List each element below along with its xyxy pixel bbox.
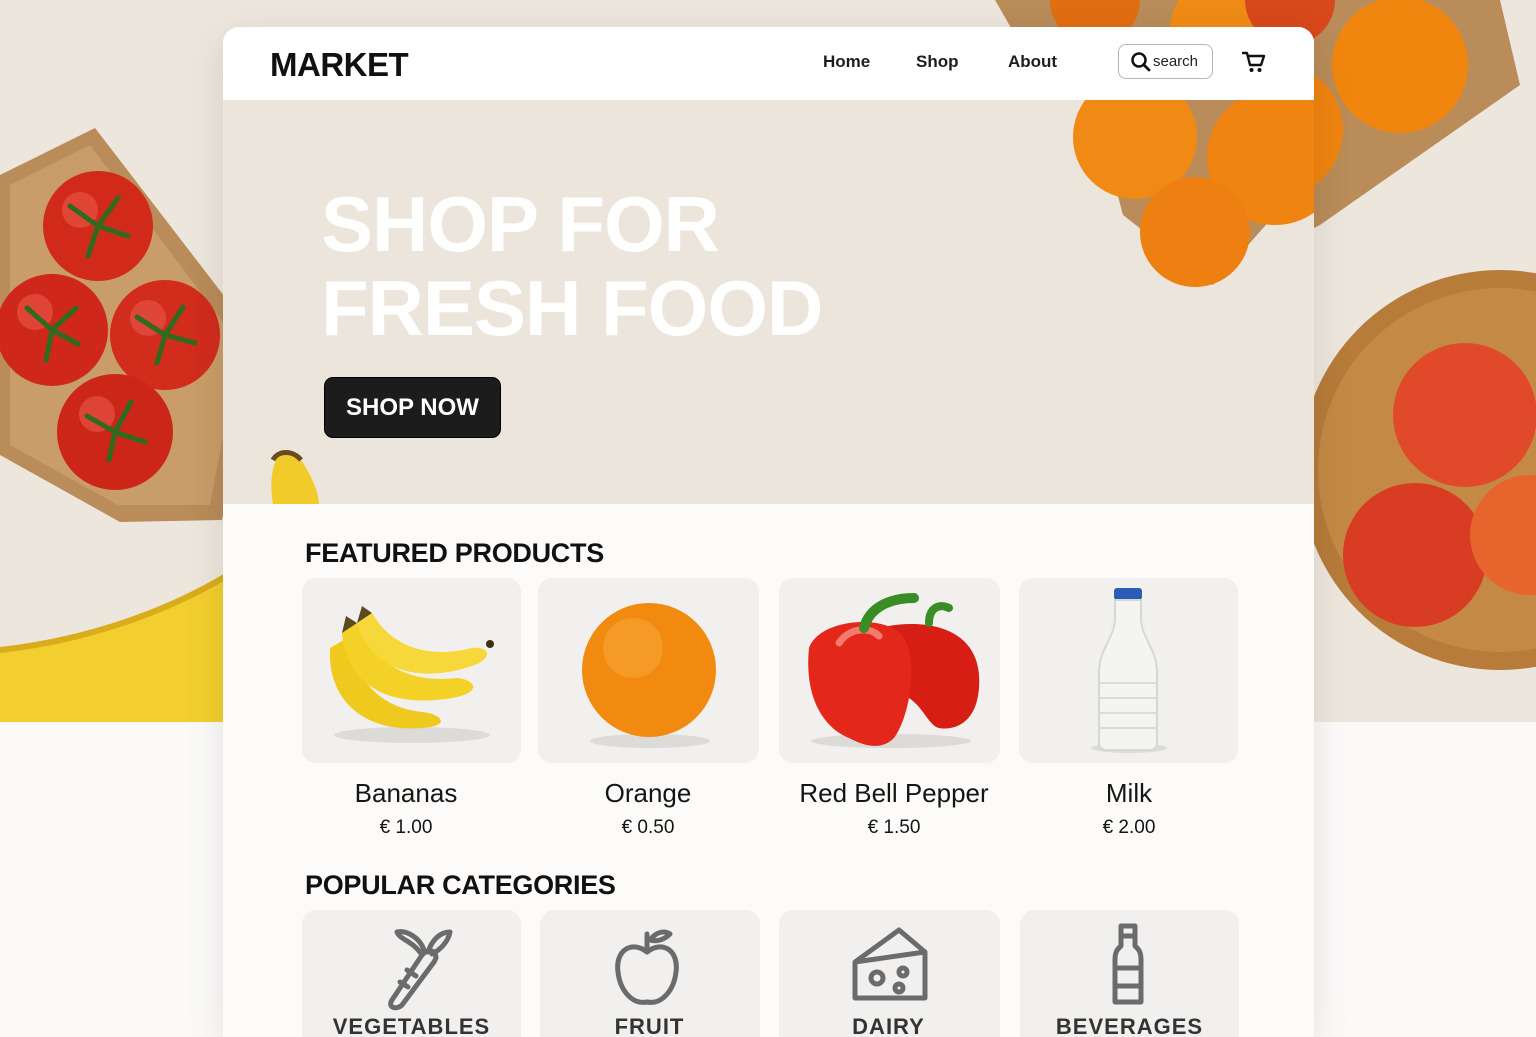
category-card-beverages[interactable]: BEVERAGES (1020, 910, 1239, 1037)
search-label: search (1153, 53, 1199, 70)
product-name-milk[interactable]: Milk (1009, 778, 1249, 809)
navbar: MARKET Home Shop About search (223, 27, 1314, 101)
milk-bottle-image (1091, 588, 1167, 753)
orange-image (582, 603, 716, 748)
product-card-milk[interactable] (1019, 578, 1238, 763)
product-card-bananas[interactable] (302, 578, 521, 763)
category-label-dairy: DAIRY (852, 1014, 925, 1037)
product-price-milk: € 2.00 (1102, 817, 1156, 838)
category-label-fruit: FRUIT (614, 1014, 685, 1037)
category-card-dairy[interactable]: DAIRY (779, 910, 1000, 1037)
hero-title-line1: SHOP FOR (321, 180, 720, 268)
banana-image (0, 575, 232, 722)
logo[interactable]: MARKET (270, 46, 409, 84)
shop-now-button[interactable]: SHOP NOW (324, 377, 501, 438)
search-button[interactable]: search (1118, 44, 1213, 79)
product-name-red-bell-pepper[interactable]: Red Bell Pepper (774, 778, 1014, 809)
tomato-box-image (0, 128, 258, 522)
apple-basket-image (1300, 270, 1536, 670)
search-icon (1131, 52, 1151, 77)
product-card-red-bell-pepper[interactable] (779, 578, 1000, 763)
product-price-bananas: € 1.00 (379, 817, 433, 838)
category-card-vegetables[interactable]: VEGETABLES (302, 910, 521, 1037)
category-card-fruit[interactable]: FRUIT (540, 910, 760, 1037)
hero-title-line2: FRESH FOOD (321, 264, 823, 352)
nav-home[interactable]: Home (823, 52, 870, 72)
product-name-orange[interactable]: Orange (528, 778, 768, 809)
banana-image (329, 606, 494, 743)
featured-products-title: FEATURED PRODUCTS (305, 538, 604, 568)
bell-pepper-image (808, 593, 980, 748)
category-label-beverages: BEVERAGES (1055, 1014, 1204, 1037)
popular-categories-title: POPULAR CATEGORIES (305, 870, 616, 900)
market-page: MARKET Home Shop About search SHOP FOR F (223, 27, 1314, 1037)
nav-shop[interactable]: Shop (916, 52, 959, 72)
product-price-orange: € 0.50 (621, 817, 675, 838)
hero-title: SHOP FOR FRESH FOOD (321, 180, 823, 352)
product-name-bananas[interactable]: Bananas (286, 778, 526, 809)
cart-icon[interactable] (1241, 51, 1266, 78)
hero-banner: SHOP FOR FRESH FOOD SHOP NOW (223, 100, 1314, 504)
nav-about[interactable]: About (1008, 52, 1057, 72)
product-price-red-bell-pepper: € 1.50 (867, 817, 921, 838)
category-label-vegetables: VEGETABLES (332, 1014, 491, 1037)
product-card-orange[interactable] (538, 578, 759, 763)
